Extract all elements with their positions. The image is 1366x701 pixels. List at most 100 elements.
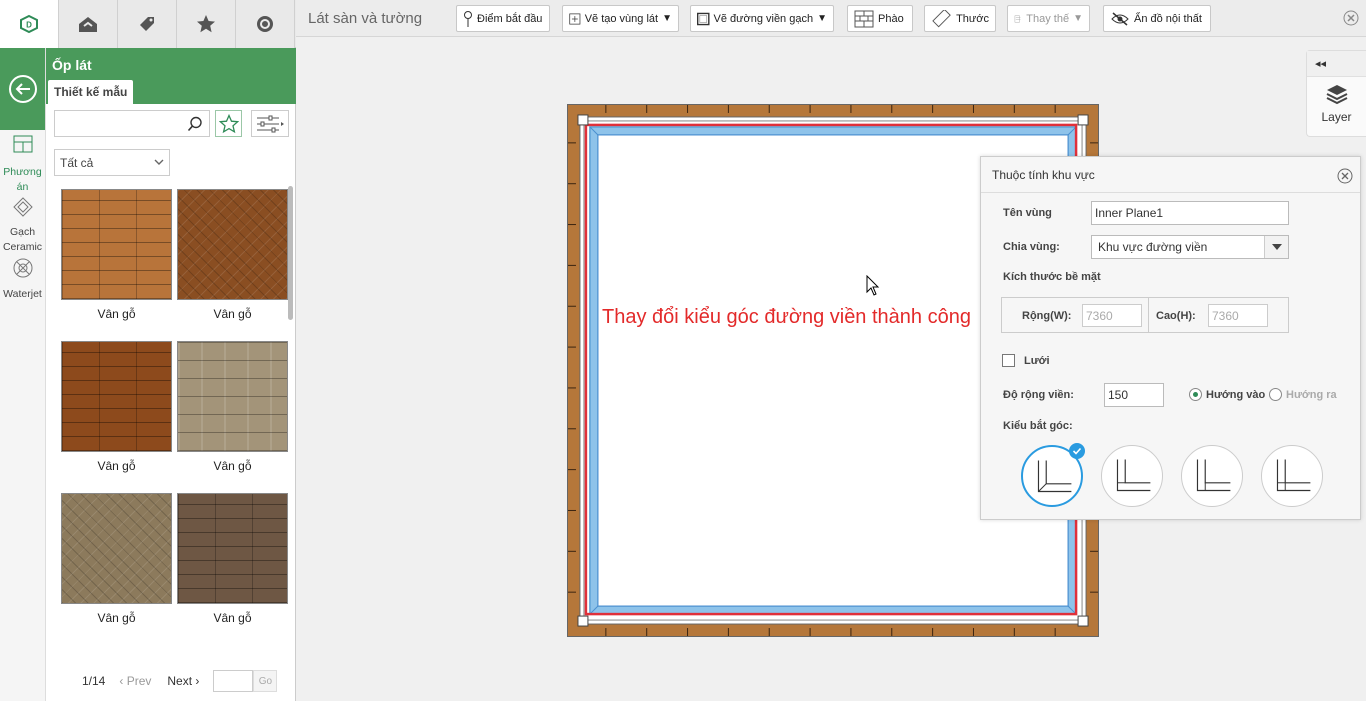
inward-label: Hướng vào xyxy=(1206,388,1266,401)
corner-style-option[interactable] xyxy=(1181,445,1243,507)
tile-label: Vân gỗ xyxy=(213,307,252,321)
tile-thumbnail[interactable] xyxy=(61,341,172,452)
prev-label: Prev xyxy=(126,674,152,688)
area-properties-dialog: Thuộc tính khu vực Tên vùng Inner Plane1… xyxy=(980,156,1361,520)
direction-outward-radio[interactable]: Hướng ra xyxy=(1269,388,1337,401)
caret-down-icon xyxy=(1264,236,1288,258)
corner-style-option[interactable] xyxy=(1021,443,1085,507)
svg-text:D: D xyxy=(26,21,32,30)
sidebar-item-waterjet[interactable]: Waterjet xyxy=(0,257,45,302)
surface-size-group: Rộng(W): 7360 Cao(H): 7360 xyxy=(1001,297,1289,333)
tab-thiet-ke-mau[interactable]: Thiết kế mẫu xyxy=(48,80,134,104)
tile-item[interactable]: Vân gỗ xyxy=(177,341,288,473)
sidebar-item-gach-ceramic[interactable]: Gạch Ceramic xyxy=(0,196,45,255)
tile-thumbnail[interactable] xyxy=(177,493,288,604)
area-name-label: Tên vùng xyxy=(1003,207,1052,219)
width-input[interactable]: 7360 xyxy=(1082,304,1142,327)
checkbox-box[interactable] xyxy=(1002,354,1015,367)
search-icon[interactable] xyxy=(187,116,203,132)
corner-join-icon xyxy=(1116,459,1151,492)
go-button[interactable]: Go xyxy=(253,670,278,692)
layers-icon xyxy=(1326,85,1347,105)
hide-furniture-button[interactable]: Ẩn đồ nội thất xyxy=(1103,5,1211,32)
category-select[interactable]: Tất cả xyxy=(54,149,170,176)
split-area-select[interactable]: Khu vực đường viền xyxy=(1091,235,1289,259)
product-panel: Ốp lát Thiết kế mẫu Tất cả 1/14 ‹ Prev N… xyxy=(46,48,296,701)
tile-label: Vân gỗ xyxy=(213,611,252,625)
house-icon[interactable] xyxy=(59,0,118,48)
panel-title: Ốp lát xyxy=(52,57,92,73)
tile-thumbnail[interactable] xyxy=(177,341,288,452)
toolbar-title: Lát sàn và tường xyxy=(308,10,423,27)
filter-settings-button[interactable] xyxy=(251,110,289,137)
layout-icon xyxy=(13,135,32,153)
toolbar: Lát sàn và tường Điểm bắt đầu Vẽ tạo vùn… xyxy=(296,0,1366,37)
top-nav: D xyxy=(0,0,296,48)
next-page-button[interactable]: Next › xyxy=(167,674,199,688)
sidebar-item-label: Waterjet xyxy=(3,288,42,300)
layer-panel-toggle[interactable]: ◂◂ Layer xyxy=(1306,50,1366,137)
category-value: Tất cả xyxy=(60,156,94,170)
chevron-down-icon xyxy=(154,159,164,165)
area-name-input[interactable]: Inner Plane1 xyxy=(1091,201,1289,225)
close-icon[interactable] xyxy=(1343,10,1359,29)
search-field[interactable] xyxy=(55,111,180,136)
corner-style-option[interactable] xyxy=(1101,445,1163,507)
grid-label: Lưới xyxy=(1024,354,1050,367)
create-area-button[interactable]: Vẽ tạo vùng lát ▼ xyxy=(562,5,679,32)
tile-item[interactable]: Vân gỗ xyxy=(177,189,288,321)
height-input[interactable]: 7360 xyxy=(1208,304,1268,327)
molding-button[interactable]: Phào xyxy=(847,5,913,32)
sidebar-item-phuong-an[interactable]: Phương án xyxy=(0,134,45,195)
back-button[interactable] xyxy=(0,48,45,130)
prev-page-button[interactable]: ‹ Prev xyxy=(119,674,151,688)
radio-on[interactable] xyxy=(1189,388,1202,401)
tile-label: Vân gỗ xyxy=(97,459,136,473)
outward-label: Hướng ra xyxy=(1286,388,1337,401)
replace-button[interactable]: Thay thế ▼ xyxy=(1007,5,1090,32)
search-input[interactable] xyxy=(54,110,210,137)
corner-style-options xyxy=(1021,443,1331,511)
tile-item[interactable]: Vân gỗ xyxy=(61,341,172,473)
caret-down-icon: ▼ xyxy=(1073,13,1083,24)
panel-scrollbar[interactable] xyxy=(288,186,293,320)
tile-item[interactable]: Vân gỗ xyxy=(61,493,172,625)
caret-down-icon: ▼ xyxy=(662,13,672,24)
close-dialog-icon[interactable] xyxy=(1337,168,1353,184)
border-width-label: Độ rộng viền: xyxy=(1003,389,1074,401)
replace-label: Thay thế xyxy=(1026,12,1070,25)
collapse-icon[interactable]: ◂◂ xyxy=(1307,51,1366,77)
border-width-input[interactable]: 150 xyxy=(1104,383,1164,407)
favorite-filter-button[interactable] xyxy=(215,110,242,137)
start-point-button[interactable]: Điểm bắt đầu xyxy=(456,5,550,32)
tile-item[interactable]: Vân gỗ xyxy=(61,189,172,321)
ruler-button[interactable]: Thước xyxy=(924,5,996,32)
split-area-value: Khu vực đường viền xyxy=(1098,240,1208,254)
direction-inward-radio[interactable]: Hướng vào xyxy=(1189,388,1265,401)
sidebar-item-label: Phương án xyxy=(3,166,42,193)
grid-checkbox[interactable]: Lưới xyxy=(1002,354,1050,367)
tile-thumbnail[interactable] xyxy=(61,493,172,604)
page-number-input[interactable] xyxy=(213,670,254,692)
draw-border-button[interactable]: Vẽ đường viền gạch ▼ xyxy=(690,5,834,32)
tile-label: Vân gỗ xyxy=(97,611,136,625)
brick-icon xyxy=(854,10,874,27)
tile-thumbnail[interactable] xyxy=(61,189,172,300)
star-outline-icon xyxy=(218,113,239,133)
hide-furniture-label: Ẩn đồ nội thất xyxy=(1134,12,1202,25)
tile-thumbnail[interactable] xyxy=(177,189,288,300)
tile-item[interactable]: Vân gỗ xyxy=(177,493,288,625)
draw-border-label: Vẽ đường viền gạch xyxy=(713,12,814,25)
star-icon[interactable] xyxy=(177,0,236,48)
radio-off[interactable] xyxy=(1269,388,1282,401)
corner-style-option[interactable] xyxy=(1261,445,1323,507)
surface-size-label: Kích thước bề mặt xyxy=(1003,271,1101,283)
sidebar-item-label: Gạch Ceramic xyxy=(2,226,43,253)
compass-icon[interactable] xyxy=(236,0,295,48)
panel-header: Ốp lát Thiết kế mẫu xyxy=(46,48,296,104)
waterjet-icon xyxy=(13,258,32,278)
ruler-label: Thước xyxy=(956,12,989,25)
logo-icon[interactable]: D xyxy=(0,0,59,48)
start-point-label: Điểm bắt đầu xyxy=(477,12,543,25)
tag-icon[interactable] xyxy=(118,0,177,48)
